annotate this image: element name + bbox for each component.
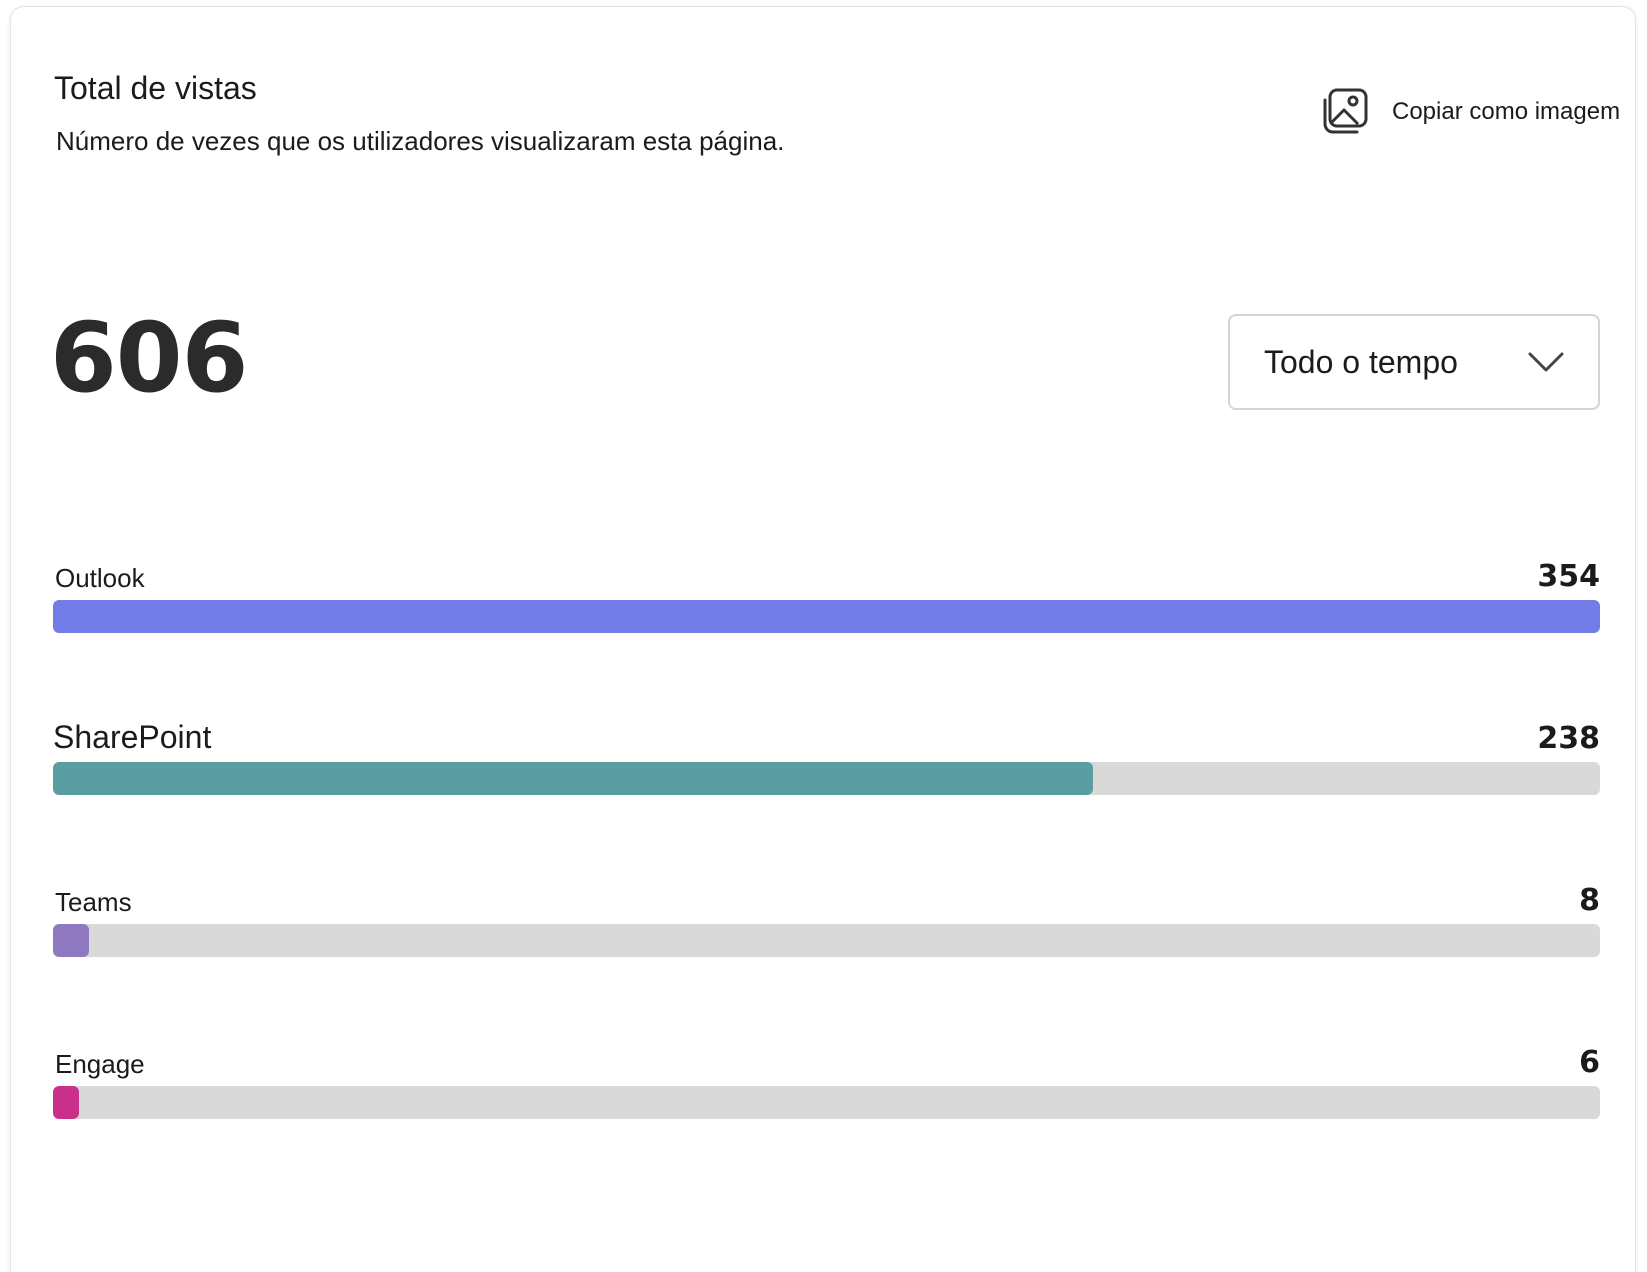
progress-track bbox=[53, 762, 1600, 795]
source-name: Engage bbox=[55, 1049, 145, 1079]
source-count: 354 bbox=[1537, 559, 1600, 594]
progress-fill bbox=[53, 762, 1093, 795]
source-row-engage: Engage 6 bbox=[53, 1034, 1600, 1196]
source-count: 6 bbox=[1579, 1045, 1600, 1080]
source-row-teams: Teams 8 bbox=[53, 872, 1600, 1034]
source-row-outlook: Outlook 354 bbox=[53, 548, 1600, 710]
card-title: Total de vistas bbox=[54, 70, 257, 106]
source-name: Teams bbox=[55, 887, 132, 917]
progress-fill bbox=[53, 600, 1600, 633]
progress-fill bbox=[53, 1086, 80, 1119]
chevron-down-icon bbox=[1528, 352, 1564, 372]
progress-track bbox=[53, 924, 1600, 957]
source-count: 238 bbox=[1537, 721, 1600, 756]
copy-as-image-label: Copiar como imagem bbox=[1392, 98, 1621, 125]
source-row-sharepoint: SharePoint 238 bbox=[53, 710, 1600, 872]
image-copy-icon bbox=[1323, 88, 1368, 134]
source-name: Outlook bbox=[55, 563, 145, 593]
source-breakdown: Outlook 354 SharePoint 238 Teams 8 Engag… bbox=[53, 548, 1600, 1196]
progress-track bbox=[53, 1086, 1600, 1119]
card-subtitle: Número de vezes que os utilizadores visu… bbox=[56, 126, 785, 156]
progress-fill bbox=[53, 924, 89, 957]
total-views-count: 606 bbox=[50, 302, 248, 414]
time-range-dropdown[interactable]: Todo o tempo bbox=[1228, 314, 1600, 410]
time-range-value: Todo o tempo bbox=[1264, 343, 1458, 380]
source-name: SharePoint bbox=[53, 719, 212, 755]
copy-as-image-button[interactable]: Copiar como imagem bbox=[1318, 84, 1620, 140]
source-count: 8 bbox=[1579, 883, 1600, 918]
progress-track bbox=[53, 600, 1600, 633]
